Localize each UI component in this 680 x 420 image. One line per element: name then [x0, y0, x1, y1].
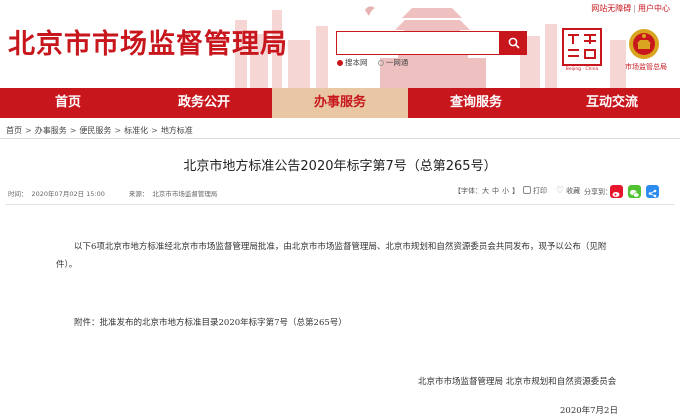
nav-item-interaction[interactable]: 互动交流: [544, 88, 680, 118]
search-icon: [508, 37, 520, 49]
breadcrumb-separator: >: [69, 126, 77, 135]
heart-icon: ♡: [556, 186, 565, 196]
meta-source-label: 来源：: [128, 190, 149, 198]
font-medium-button[interactable]: 中: [492, 186, 499, 196]
nav-item-government-affairs[interactable]: 政务公开: [136, 88, 272, 118]
breadcrumb-home[interactable]: 首页: [6, 126, 22, 135]
share-label: 分享到：: [584, 188, 612, 196]
breadcrumb-separator: >: [114, 126, 122, 135]
share-icon: [648, 189, 657, 198]
search-input[interactable]: [336, 31, 500, 55]
font-size-bracket: 】: [512, 187, 519, 195]
font-large-button[interactable]: 大: [482, 186, 489, 196]
main-nav: 首页 政务公开 办事服务 查询服务 互动交流: [0, 88, 680, 118]
site-title: 北京市市场监督管理局: [8, 29, 288, 60]
scope-site-option[interactable]: 搜本网: [337, 57, 368, 68]
favorite-button[interactable]: ♡ 收藏: [556, 186, 580, 196]
national-emblem-icon: [629, 29, 659, 59]
scope-all-option[interactable]: 一网通: [377, 57, 408, 68]
print-icon: [523, 186, 531, 194]
accessibility-link[interactable]: 网站无障碍: [591, 3, 631, 14]
search-scope: 搜本网 一网通: [337, 57, 416, 68]
breadcrumb-divider: [0, 138, 680, 139]
article-meta: 时间： 2020年07月02日 15:00 来源： 北京市市场监督管理局: [8, 188, 221, 198]
nav-item-home[interactable]: 首页: [0, 88, 136, 118]
article-body: 以下6项北京市地方标准经北京市市场监督管理局批准，由北京市市场监督管理局、北京市…: [56, 242, 607, 270]
top-links: 网站无障碍 | 用户中心: [591, 3, 670, 14]
radio-icon: [377, 60, 384, 66]
radio-selected-icon: [337, 60, 343, 66]
article-tools: 【字体： 大 中 小 】 打印 ♡ 收藏: [454, 186, 583, 196]
link-separator: |: [633, 4, 636, 13]
breadcrumb-convenience[interactable]: 便民服务: [79, 126, 111, 135]
meta-time-label: 时间：: [8, 190, 28, 198]
capital-logo-caption: Beijing · China: [565, 67, 599, 72]
meta-source-value: 北京市市场监督管理局: [152, 190, 218, 198]
breadcrumb-standardization[interactable]: 标准化: [124, 126, 148, 135]
user-center-link[interactable]: 用户中心: [638, 3, 670, 14]
meta-time-value: 2020年07月02日 15:00: [31, 190, 105, 198]
font-small-button[interactable]: 小: [502, 186, 509, 196]
wechat-icon: [630, 189, 640, 198]
capital-logo[interactable]: [562, 28, 602, 66]
nav-item-inquiry[interactable]: 查询服务: [408, 88, 544, 118]
breadcrumb-separator: >: [25, 126, 32, 135]
breadcrumb-separator: >: [151, 126, 158, 135]
weibo-icon: [612, 192, 620, 197]
nav-item-services[interactable]: 办事服务: [272, 88, 408, 118]
breadcrumb-local-standards[interactable]: 地方标准: [161, 126, 193, 135]
share-wechat-button[interactable]: [628, 185, 641, 198]
capital-seal-icon: [568, 34, 596, 59]
search-button[interactable]: [500, 31, 527, 55]
breadcrumb: 首页 > 办事服务 > 便民服务 > 标准化 > 地方标准: [6, 125, 193, 136]
font-size-label: 【字体：: [454, 187, 482, 195]
share-more-button[interactable]: [646, 185, 659, 198]
site-header: 北京市市场监督管理局 网站无障碍 | 用户中心 搜本网 一网通 Beijing …: [0, 0, 680, 88]
print-button[interactable]: 打印: [523, 186, 547, 196]
article-title: 北京市地方标准公告2020年标字第7号（总第265号）: [183, 159, 497, 174]
attachment-link[interactable]: 附件：批准发布的北京市地方标准目录2020年标字第7号（总第265号）: [74, 316, 347, 328]
emblem-logo[interactable]: [628, 28, 660, 60]
article-date: 2020年7月2日: [560, 406, 618, 416]
meta-divider: [6, 204, 674, 205]
breadcrumb-services[interactable]: 办事服务: [35, 126, 67, 135]
emblem-caption: 市场监管总局: [625, 63, 667, 71]
article-signature: 北京市市场监督管理局 北京市规划和自然资源委员会: [418, 377, 617, 387]
share-weibo-button[interactable]: [610, 185, 623, 198]
